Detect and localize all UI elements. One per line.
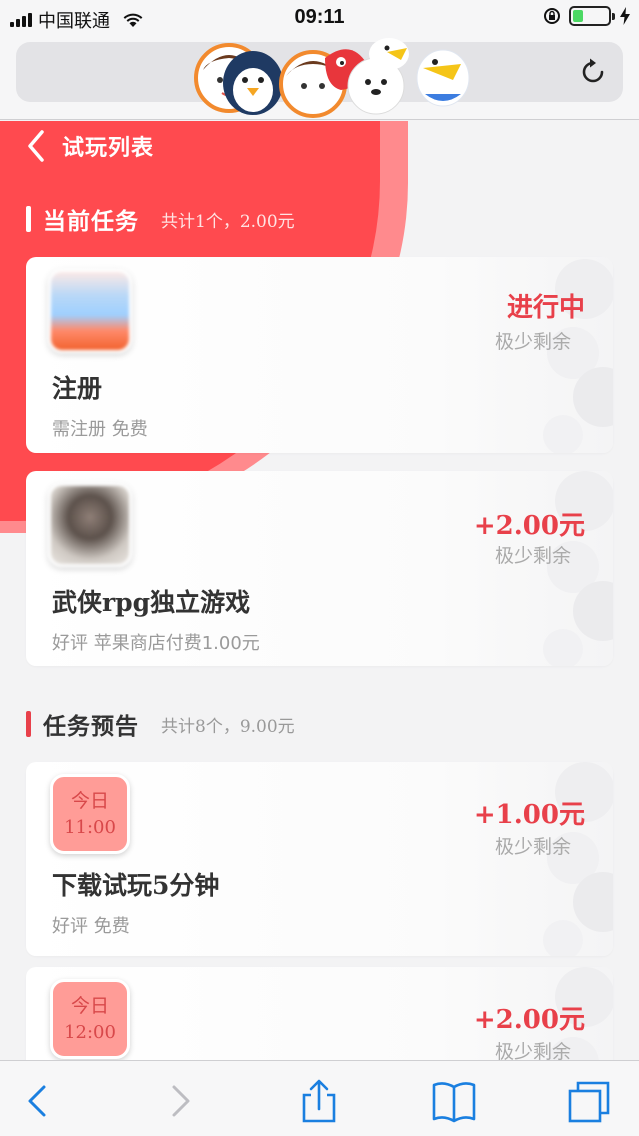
mascot-banner-logo — [194, 38, 470, 118]
browser-back-icon[interactable] — [14, 1079, 62, 1123]
bookmarks-icon[interactable] — [430, 1079, 478, 1123]
task-name: 注册 — [52, 374, 103, 403]
schedule-badge: 今日 12:00 — [50, 979, 130, 1059]
task-hint: 极少剩余 — [494, 331, 571, 353]
task-status: 进行中 — [506, 293, 585, 323]
bubble-decoration — [543, 471, 613, 666]
task-hint: 极少剩余 — [494, 836, 571, 858]
page: 中国联通 09:11 试玩列表 当前任务 共计1个，2.00元 注册 需注册 免… — [0, 0, 639, 1136]
share-icon[interactable] — [295, 1079, 343, 1123]
schedule-badge: 今日 11:00 — [50, 774, 130, 854]
task-card[interactable]: 注册 需注册 免费 进行中 极少剩余 — [26, 257, 613, 453]
preview-tasks-header: 任务预告 共计8个，9.00元 — [26, 707, 295, 741]
task-name: 下载试玩5分钟 — [52, 871, 220, 900]
battery-icon — [569, 6, 615, 26]
task-desc: 好评 苹果商店付费1.00元 — [52, 633, 260, 654]
schedule-day: 今日 — [70, 790, 109, 812]
schedule-day: 今日 — [70, 995, 109, 1017]
schedule-time: 12:00 — [64, 1022, 116, 1043]
task-desc: 需注册 免费 — [52, 419, 148, 440]
task-reward: +2.00元 — [473, 1005, 585, 1035]
task-hint: 极少剩余 — [494, 545, 571, 567]
task-desc: 好评 免费 — [52, 916, 130, 937]
task-reward: +1.00元 — [473, 800, 585, 830]
app-icon — [48, 269, 132, 353]
task-card[interactable]: 今日 11:00 下载试玩5分钟 好评 免费 +1.00元 极少剩余 — [26, 762, 613, 956]
tabs-icon[interactable] — [566, 1079, 614, 1123]
browser-url-bar-area — [0, 36, 639, 120]
bubble-decoration — [543, 762, 613, 956]
address-bar[interactable] — [16, 38, 623, 118]
section-summary: 共计8个，9.00元 — [161, 716, 295, 737]
browser-toolbar — [0, 1060, 639, 1136]
task-name: 武侠rpg独立游戏 — [52, 588, 251, 617]
task-reward: +2.00元 — [473, 511, 585, 541]
schedule-time: 11:00 — [64, 817, 116, 838]
page-title: 试玩列表 — [62, 136, 155, 161]
charging-icon — [620, 7, 630, 25]
app-icon — [48, 483, 132, 567]
section-title: 任务预告 — [43, 714, 139, 740]
back-icon[interactable] — [24, 128, 48, 164]
section-accent-bar — [26, 711, 31, 737]
section-summary: 共计1个，2.00元 — [161, 211, 295, 232]
page-header: 试玩列表 — [24, 128, 154, 164]
current-tasks-header: 当前任务 共计1个，2.00元 — [26, 202, 295, 236]
task-card[interactable]: 武侠rpg独立游戏 好评 苹果商店付费1.00元 +2.00元 极少剩余 — [26, 471, 613, 666]
status-bar: 中国联通 09:11 — [0, 0, 639, 36]
section-title: 当前任务 — [43, 209, 139, 235]
section-accent-bar — [26, 206, 31, 232]
browser-forward-icon[interactable] — [156, 1079, 204, 1123]
reload-icon[interactable] — [577, 56, 609, 88]
orientation-lock-icon — [544, 8, 560, 24]
